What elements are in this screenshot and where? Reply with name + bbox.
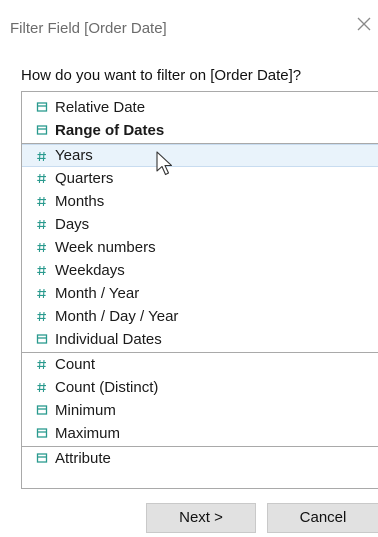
- list-item[interactable]: Minimum: [22, 399, 378, 422]
- list-item-label: Count (Distinct): [55, 379, 159, 396]
- list-item-label: Count: [55, 356, 96, 373]
- list-item-label: Month / Year: [55, 285, 140, 302]
- hash-icon: [36, 213, 48, 236]
- close-icon[interactable]: [354, 14, 374, 34]
- list-item[interactable]: Relative Date: [22, 96, 378, 119]
- next-button[interactable]: Next >: [146, 503, 256, 533]
- list-item[interactable]: Count: [22, 353, 378, 376]
- hash-icon: [36, 353, 48, 376]
- hash-icon: [36, 190, 48, 213]
- list-item-label: Month / Day / Year: [55, 308, 179, 325]
- list-item[interactable]: Weekdays: [22, 259, 378, 282]
- hash-icon: [36, 282, 48, 305]
- hash-icon: [36, 236, 48, 259]
- list-item-label: Relative Date: [55, 99, 146, 116]
- calendar-icon: [36, 119, 48, 142]
- list-item[interactable]: Maximum: [22, 422, 378, 445]
- hash-icon: [36, 145, 48, 168]
- hash-icon: [36, 376, 48, 399]
- list-item[interactable]: Month / Day / Year: [22, 305, 378, 328]
- calendar-icon: [36, 447, 48, 470]
- list-item-label: Quarters: [55, 170, 114, 187]
- list-item[interactable]: Quarters: [22, 167, 378, 190]
- list-item-label: Week numbers: [55, 239, 156, 256]
- list-item-label: Attribute: [55, 450, 111, 467]
- list-item[interactable]: Months: [22, 190, 378, 213]
- list-item-label: Minimum: [55, 402, 116, 419]
- list-item[interactable]: Days: [22, 213, 378, 236]
- calendar-icon: [36, 399, 48, 422]
- cancel-button[interactable]: Cancel: [267, 503, 378, 533]
- filter-type-list[interactable]: Relative Date Range of Dates Years Quarters…: [21, 91, 378, 489]
- list-item-label: Individual Dates: [55, 331, 162, 348]
- list-item[interactable]: Individual Dates: [22, 328, 378, 351]
- list-item-label: Days: [55, 216, 90, 233]
- list-item[interactable]: Attribute: [22, 447, 378, 470]
- filter-field-dialog: Filter Field [Order Date] How do you wan…: [0, 0, 378, 537]
- hash-icon: [36, 259, 48, 282]
- list-item[interactable]: Years: [22, 144, 378, 167]
- list-item-label: Range of Dates: [55, 122, 165, 139]
- list-item-label: Maximum: [55, 425, 121, 442]
- list-item[interactable]: Month / Year: [22, 282, 378, 305]
- list-item-label: Weekdays: [55, 262, 125, 279]
- list-item-label: Months: [55, 193, 105, 210]
- mouse-pointer-icon: [156, 151, 173, 176]
- calendar-icon: [36, 422, 48, 445]
- filter-prompt: How do you want to filter on [Order Date…: [21, 67, 302, 84]
- calendar-icon: [36, 328, 48, 351]
- list-item[interactable]: Week numbers: [22, 236, 378, 259]
- hash-icon: [36, 167, 48, 190]
- list-item[interactable]: Range of Dates: [22, 119, 378, 142]
- dialog-title: Filter Field [Order Date]: [10, 20, 167, 37]
- list-item-label: Years: [55, 147, 93, 164]
- title-bar: Filter Field [Order Date]: [0, 0, 378, 54]
- list-item[interactable]: Count (Distinct): [22, 376, 378, 399]
- calendar-icon: [36, 96, 48, 119]
- hash-icon: [36, 305, 48, 328]
